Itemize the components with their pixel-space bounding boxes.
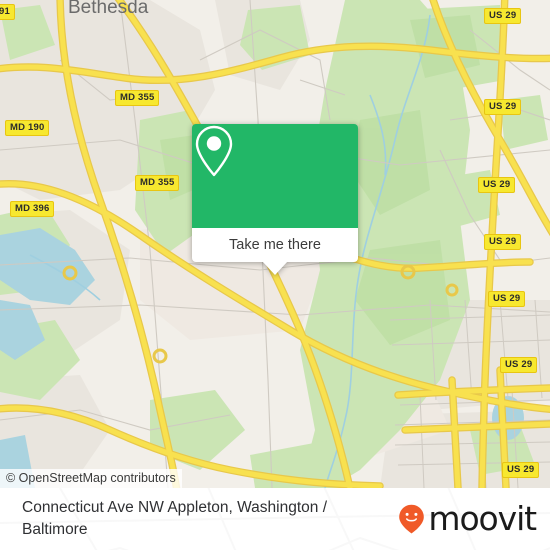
popup-action-bar[interactable]: Take me there [192,228,358,275]
road-shield-us29-1: US 29 [484,8,522,24]
station-popup[interactable]: Take me there [192,124,358,275]
place-label-bethesda: Bethesda [68,0,149,18]
popup-tail [262,261,288,275]
road-shield-md355-south: MD 355 [135,175,180,191]
moovit-wordmark: moovit [428,499,537,538]
map-canvas[interactable]: Bethesda 91 MD 355 MD 190 MD 355 MD 396 … [0,0,550,488]
road-shield-md355-north: MD 355 [115,90,160,106]
take-me-there-label: Take me there [229,237,321,253]
road-shield-us29-4: US 29 [484,234,522,250]
moovit-station-map-card: Bethesda 91 MD 355 MD 190 MD 355 MD 396 … [0,0,550,550]
road-shield-us29-2: US 29 [484,99,522,115]
road-shield-us29-3: US 29 [478,177,516,193]
map-pin-icon [195,125,233,177]
moovit-smiley-pin-icon [399,504,425,534]
road-shield-md396: MD 396 [10,201,55,217]
road-shield-md190: MD 190 [5,120,50,136]
road-shield-md191: 91 [0,4,15,20]
road-shield-us29-6: US 29 [500,357,538,373]
page-title: Connecticut Ave NW Appleton, Washington … [22,499,328,538]
map-attribution[interactable]: © OpenStreetMap contributors [0,469,182,488]
popup-image-area [192,124,358,228]
moovit-logo[interactable]: moovit [398,499,537,538]
road-shield-us29-7: US 29 [502,462,540,478]
footer-bar: Connecticut Ave NW Appleton, Washington … [0,488,550,550]
road-shield-us29-5: US 29 [488,291,526,307]
